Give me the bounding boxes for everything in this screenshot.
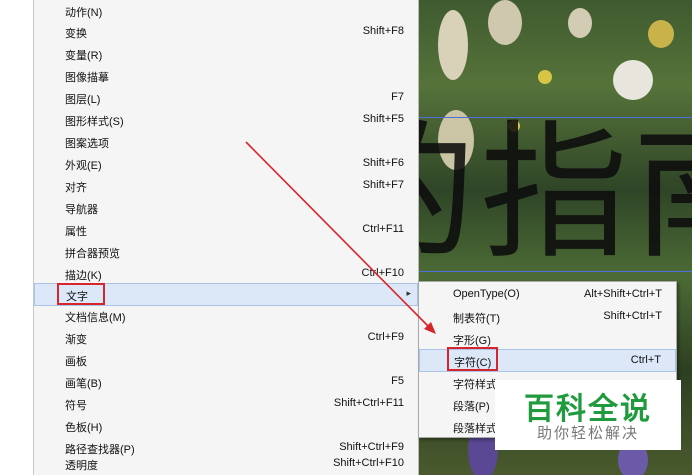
watermark: 百科全说 助你轻松解决 [495, 380, 681, 450]
watermark-subtitle: 助你轻松解决 [536, 425, 639, 442]
